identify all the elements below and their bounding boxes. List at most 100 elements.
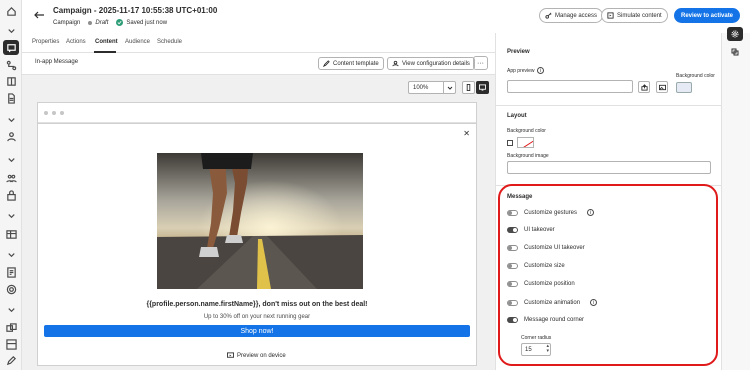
pencil-icon[interactable]: [5, 354, 17, 366]
lock-icon[interactable]: [5, 189, 17, 201]
tab-actions[interactable]: Actions: [66, 39, 86, 45]
settings-gear-icon[interactable]: [5, 283, 17, 295]
view-configuration-button[interactable]: View configuration details: [387, 57, 475, 70]
desktop-icon: [479, 84, 486, 91]
channel-label: In-app Message: [35, 59, 79, 65]
home-icon[interactable]: [5, 5, 17, 17]
key-icon: [545, 12, 552, 19]
journey-icon[interactable]: [5, 59, 17, 71]
right-rail: [721, 27, 750, 370]
page-title: Campaign - 2025-11-17 10:55:38 UTC+01:00: [53, 6, 218, 15]
preview-on-device-label: Preview on device: [237, 352, 286, 359]
hero-image: [157, 153, 363, 289]
layout-section-title: Layout: [507, 113, 527, 119]
document-icon[interactable]: [5, 92, 17, 104]
background-color-swatch[interactable]: [676, 82, 692, 93]
content-template-button[interactable]: Content template: [318, 57, 384, 70]
divider: [496, 105, 721, 106]
checkmark-icon: [116, 19, 124, 26]
layers-icon: [731, 48, 738, 56]
preview-on-device-button[interactable]: Preview on device: [227, 352, 286, 359]
background-image-input[interactable]: [507, 161, 711, 174]
simulate-icon: [607, 12, 614, 19]
chevron-down-icon[interactable]: [5, 303, 17, 315]
table-icon[interactable]: [5, 228, 17, 240]
bg-color-checkbox[interactable]: [507, 140, 513, 146]
browser-bar: [38, 103, 476, 123]
view-configuration-label: View configuration details: [402, 60, 470, 67]
info-icon[interactable]: i: [537, 67, 544, 74]
image-icon: [658, 84, 666, 90]
window-dot-icon: [60, 110, 64, 115]
app-preview-text: App preview: [507, 68, 535, 74]
back-arrow-icon[interactable]: [33, 9, 45, 21]
campaign-header: Campaign - 2025-11-17 10:55:38 UTC+01:00…: [22, 0, 750, 33]
content-icon[interactable]: [5, 75, 17, 87]
campaign-icon[interactable]: [3, 40, 19, 55]
tab-schedule[interactable]: Schedule: [157, 39, 182, 45]
preview-section-title: Preview: [507, 49, 530, 55]
message-headline: {{profile.person.name.firstName}}, don't…: [146, 301, 368, 308]
review-to-activate-button[interactable]: Review to activate: [674, 8, 741, 23]
zoom-value: 100%: [413, 84, 429, 91]
tab-properties[interactable]: Properties: [32, 39, 59, 45]
desktop-view-toggle[interactable]: [476, 81, 489, 94]
channels-icon[interactable]: [5, 322, 17, 334]
settings-panel-button[interactable]: [727, 27, 742, 41]
preview-canvas: 100% ✕ {{profile.person.name.firstName}}…: [22, 75, 495, 370]
status-label: Draft: [95, 19, 109, 26]
message-body: Up to 30% off on your next running gear: [203, 314, 311, 320]
audience-icon[interactable]: [5, 172, 17, 184]
close-icon[interactable]: ✕: [463, 129, 470, 138]
status-dot-icon: [88, 20, 93, 25]
chevron-down-icon: [443, 82, 455, 93]
manage-access-label: Manage access: [555, 12, 598, 19]
manage-access-button[interactable]: Manage access: [539, 8, 604, 23]
chevron-down-icon[interactable]: [5, 113, 17, 125]
config-icon: [392, 60, 399, 67]
simulate-content-button[interactable]: Simulate content: [601, 8, 668, 23]
layers-panel-button[interactable]: [727, 45, 742, 59]
chevron-down-icon[interactable]: [5, 153, 17, 165]
highlight-annotation: [498, 184, 718, 366]
zoom-select[interactable]: 100%: [408, 81, 456, 94]
save-status: Saved just now: [116, 19, 167, 26]
tab-audience[interactable]: Audience: [125, 39, 150, 45]
simulate-label: Simulate content: [617, 12, 662, 19]
mobile-icon: [466, 84, 471, 91]
left-nav-rail: [0, 0, 22, 370]
app-preview-label: App preview: [507, 68, 535, 74]
content-template-label: Content template: [333, 60, 379, 67]
shop-now-button[interactable]: Shop now!: [44, 325, 470, 337]
background-color-label: Background color: [676, 73, 715, 79]
window-dot-icon: [52, 110, 56, 115]
upload-icon: [640, 83, 648, 91]
upload-button[interactable]: [638, 81, 650, 93]
in-app-message: ✕ {{profile.person.name.firstName}}, don…: [38, 123, 476, 345]
more-options-button[interactable]: ···: [473, 56, 488, 70]
chevron-down-icon[interactable]: [5, 209, 17, 221]
window-dot-icon: [44, 110, 48, 115]
campaign-meta: Campaign Draft Saved just now: [53, 19, 167, 26]
mobile-view-toggle[interactable]: [462, 81, 475, 94]
profile-icon[interactable]: [5, 130, 17, 142]
saved-label: Saved just now: [126, 19, 168, 26]
chevron-down-icon[interactable]: [5, 248, 17, 260]
content-toolbar: In-app Message Content template View con…: [22, 53, 495, 75]
device-preview-icon: [227, 352, 234, 358]
tab-bar: Properties Actions Content Audience Sche…: [22, 33, 495, 53]
tab-content[interactable]: Content: [95, 39, 118, 45]
bg-color-none-swatch[interactable]: [517, 137, 534, 148]
image-button[interactable]: [656, 81, 668, 93]
chevron-down-icon[interactable]: [5, 24, 17, 36]
status-badge: Draft: [88, 20, 108, 26]
background-image-label: Background image: [507, 153, 549, 159]
gear-icon: [731, 30, 738, 38]
app-preview-select[interactable]: [507, 80, 633, 93]
object-type: Campaign: [53, 19, 81, 26]
reports-icon[interactable]: [5, 266, 17, 278]
layout-bg-color-label: Background color: [507, 128, 546, 134]
templates-icon[interactable]: [5, 338, 17, 350]
browser-frame: ✕ {{profile.person.name.firstName}}, don…: [37, 102, 477, 366]
template-icon: [323, 60, 330, 67]
